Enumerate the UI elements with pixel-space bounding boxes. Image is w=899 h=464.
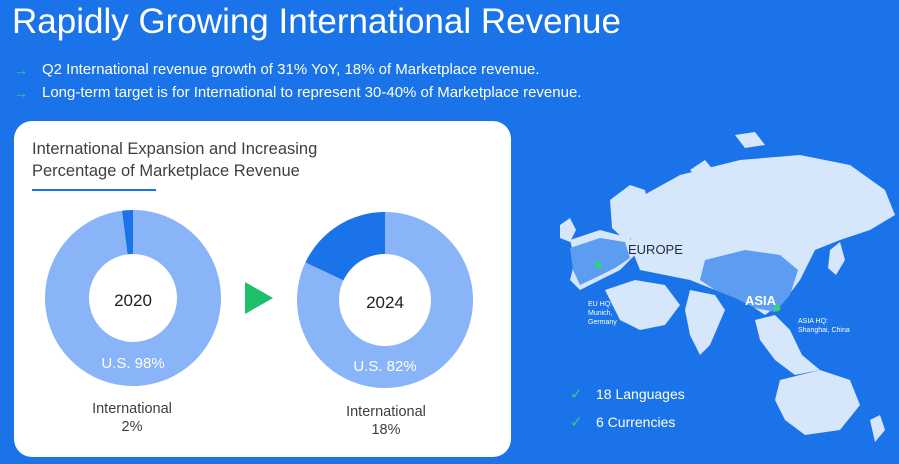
us-share-label: U.S. 98% [101,355,164,372]
us-share-label: U.S. 82% [353,358,416,375]
international-label: International [346,404,426,420]
eu-hq-label-line: Germany [588,319,617,326]
international-value: 18% [371,422,401,438]
check-icon: ✓ [570,414,583,431]
eu-hq-label-line: Munich, [588,310,613,317]
arrow-right-icon: → [14,61,28,78]
page-title: Rapidly Growing International Revenue [12,2,621,41]
feature-list: ✓ 18 Languages ✓ 6 Currencies [570,380,685,436]
eu-hq-marker [594,261,602,269]
asia-hq-label-line: Shanghai, China [798,327,850,334]
donut-chart-2020: 2020 U.S. 98% [45,210,222,386]
feature-item: ✓ 18 Languages [570,380,685,408]
bullet-list: → Q2 International revenue growth of 31%… [14,58,581,104]
eu-hq-label-line: EU HQ: [588,301,613,308]
uk-landmass [560,218,576,242]
australia-landmass [775,370,860,435]
chart-title-line-2: Percentage of Marketplace Revenue [32,162,300,180]
eu-hq-label: EU HQ: Munich, Germany [588,300,617,327]
bullet-text: Long-term target is for International to… [42,84,582,101]
chart-title-line-1: International Expansion and Increasing [32,140,318,158]
arrow-right-icon: → [14,84,28,101]
play-arrow-icon [245,282,273,314]
check-icon: ✓ [570,386,583,403]
feature-label: 6 Currencies [596,414,676,430]
asia-label: ASIA [745,293,777,308]
japan-landmass [828,242,845,275]
international-share-label: International 18% [326,403,446,439]
europe-label: EUROPE [628,242,683,257]
chart-title: International Expansion and Increasing P… [32,138,317,182]
donut-center-label: 2020 [114,291,152,310]
donut-chart-2024: 2024 U.S. 82% [297,212,473,388]
international-label: International [92,401,172,417]
feature-item: ✓ 6 Currencies [570,408,685,436]
bullet-text: Q2 International revenue growth of 31% Y… [42,61,540,78]
international-value: 2% [121,419,143,435]
international-share-label: International 2% [72,400,192,436]
donut-center-label: 2024 [366,293,404,312]
india-landmass [685,290,725,355]
chart-card: International Expansion and Increasing P… [14,121,511,457]
title-underline [32,189,156,191]
asia-hq-label: ASIA HQ: Shanghai, China [798,317,850,335]
nz-landmass [870,415,885,442]
bullet-item: → Long-term target is for International … [14,81,581,104]
bullet-item: → Q2 International revenue growth of 31%… [14,58,581,81]
asia-hq-label-line: ASIA HQ: [798,318,828,325]
feature-label: 18 Languages [596,386,685,402]
